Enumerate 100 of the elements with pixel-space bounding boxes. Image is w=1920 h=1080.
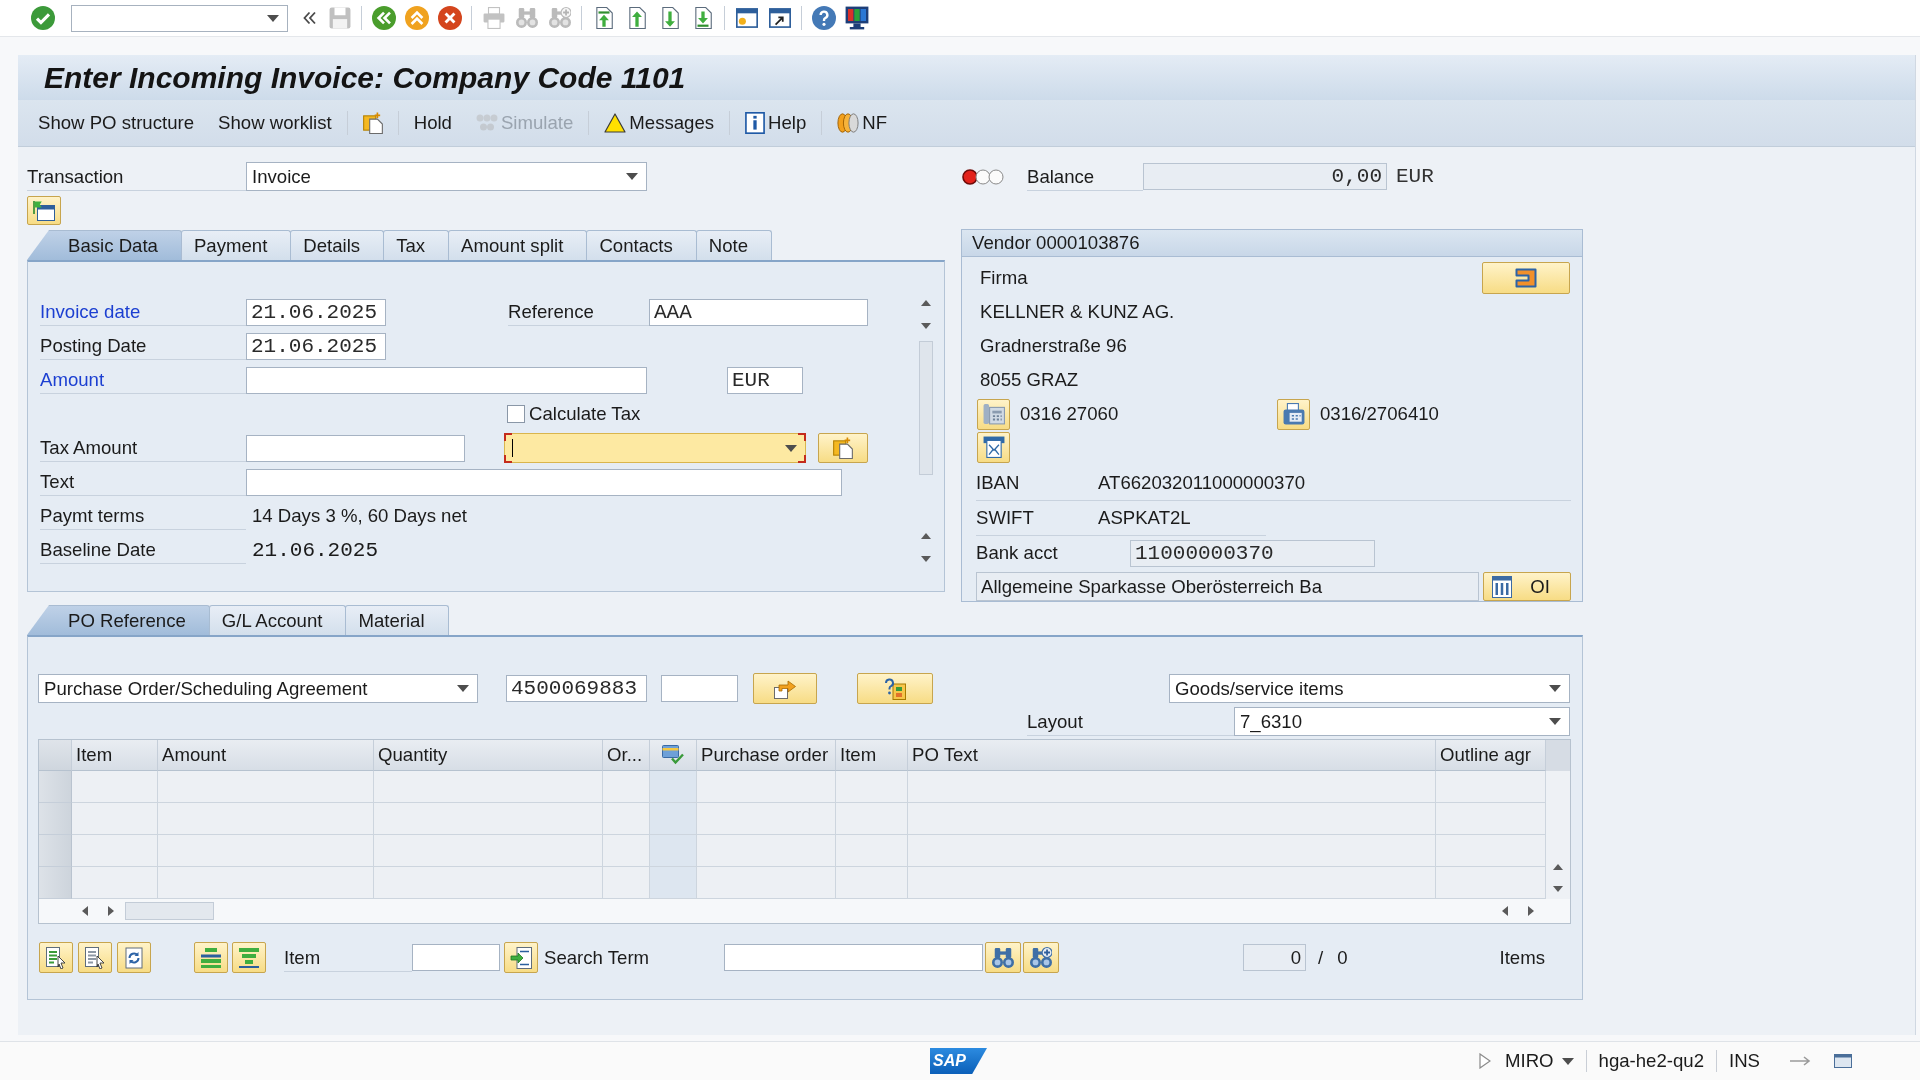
- column-header[interactable]: Amount: [158, 740, 374, 771]
- table-cell: [603, 803, 650, 835]
- arrow-up-icon[interactable]: [1553, 864, 1563, 870]
- column-header[interactable]: Purchase order: [697, 740, 836, 771]
- column-header[interactable]: Quantity: [374, 740, 603, 771]
- double-chevron-icon: [302, 11, 316, 25]
- column-header[interactable]: [650, 740, 697, 771]
- dropdown-field[interactable]: Invoice: [246, 162, 647, 191]
- tab[interactable]: Basic Data: [27, 230, 182, 260]
- field-label: Paymt terms: [40, 502, 246, 530]
- tab[interactable]: Payment: [180, 230, 292, 260]
- input-field[interactable]: [246, 434, 465, 462]
- help-icon: [811, 6, 836, 30]
- input-field[interactable]: [412, 944, 500, 971]
- address-button[interactable]: [1482, 262, 1570, 294]
- toolbar-button[interactable]: Hold: [401, 107, 464, 139]
- documents-button[interactable]: [818, 433, 868, 463]
- go-to-item-button[interactable]: [504, 942, 538, 973]
- help-button[interactable]: [810, 4, 837, 32]
- input-field[interactable]: AAA: [649, 298, 868, 326]
- arrow-up-icon[interactable]: [921, 300, 931, 306]
- arrow-down-icon[interactable]: [921, 323, 931, 329]
- arrow-up-icon[interactable]: [921, 533, 931, 539]
- input-field[interactable]: Allgemeine Sparkasse Oberösterreich Ba: [976, 572, 1479, 601]
- caret-icon: [457, 685, 469, 692]
- arrow-left-icon[interactable]: [82, 906, 88, 916]
- address-line: 8055 GRAZ: [979, 369, 1079, 391]
- arrow-button[interactable]: [753, 673, 817, 704]
- separator-text: /: [1318, 946, 1324, 969]
- tab[interactable]: Material: [345, 605, 449, 635]
- column-header[interactable]: Item: [836, 740, 908, 771]
- tab[interactable]: Details: [290, 230, 385, 260]
- arrow-box-icon: [774, 678, 796, 699]
- tab[interactable]: Amount split: [448, 230, 588, 260]
- scrollbar-thumb[interactable]: [919, 341, 933, 475]
- toolbar-button[interactable]: Show worklist: [206, 107, 344, 139]
- input-field[interactable]: [661, 675, 738, 702]
- bars-button[interactable]: [194, 942, 228, 973]
- toolbar-button[interactable]: NF: [825, 107, 900, 139]
- phone-button[interactable]: [977, 398, 1010, 430]
- input-field[interactable]: 21.06.2025: [246, 298, 386, 326]
- toolbar-button[interactable]: Help: [733, 107, 819, 139]
- check-icon: [30, 6, 55, 30]
- enter-button[interactable]: [29, 4, 56, 32]
- info-icon: [745, 112, 766, 134]
- tab[interactable]: Contacts: [586, 230, 697, 260]
- arrow-down-icon[interactable]: [921, 556, 931, 562]
- fax-icon: [1282, 403, 1305, 425]
- arrow-right-icon[interactable]: [1528, 906, 1534, 916]
- input-field[interactable]: 0,00: [1143, 163, 1387, 190]
- question-button[interactable]: [857, 673, 933, 704]
- transaction-dropdown[interactable]: MIRO: [1505, 1047, 1574, 1075]
- column-header[interactable]: Item: [72, 740, 158, 771]
- dropdown-field[interactable]: Goods/service items: [1169, 674, 1570, 703]
- tab[interactable]: G/L Account: [208, 605, 347, 635]
- insert-row-button[interactable]: [39, 942, 73, 973]
- flag-button[interactable]: [27, 196, 61, 225]
- search-button[interactable]: [985, 942, 1021, 973]
- vertical-scrollbar[interactable]: [1546, 740, 1570, 899]
- input-field[interactable]: 21.06.2025: [246, 332, 386, 360]
- delete-row-button[interactable]: [78, 942, 112, 973]
- checkbox-label: Calculate Tax: [529, 403, 641, 425]
- fax-button[interactable]: [1277, 398, 1310, 430]
- tab[interactable]: Tax: [383, 230, 450, 260]
- input-field[interactable]: EUR: [727, 366, 803, 394]
- field-label: Bank acct: [976, 542, 1059, 564]
- dropdown-field[interactable]: [504, 433, 806, 463]
- scrollbar-thumb[interactable]: [125, 902, 214, 920]
- binoculars-icon: [515, 7, 538, 29]
- input-field[interactable]: 0: [1243, 944, 1306, 971]
- checkbox[interactable]: [507, 405, 525, 423]
- bank-button[interactable]: OI: [1483, 572, 1571, 601]
- toolbar-button[interactable]: Show PO structure: [26, 107, 207, 139]
- warning-icon: [604, 113, 627, 133]
- dropdown-field[interactable]: Purchase Order/Scheduling Agreement: [38, 674, 478, 703]
- toolbar-button[interactable]: Messages: [592, 107, 727, 139]
- input-field[interactable]: [724, 944, 983, 971]
- dropdown-field[interactable]: 7_6310: [1234, 707, 1570, 736]
- input-field[interactable]: [246, 366, 647, 394]
- documents-icon: [833, 437, 853, 459]
- command-field[interactable]: [71, 4, 288, 32]
- customize-button[interactable]: [843, 4, 870, 32]
- tab[interactable]: PO Reference: [27, 605, 210, 635]
- email-button[interactable]: [977, 431, 1010, 463]
- arrow-right-icon[interactable]: [108, 906, 114, 916]
- search-next-button[interactable]: [1023, 942, 1059, 973]
- funnel-button[interactable]: [232, 942, 266, 973]
- window-icon: [1834, 1054, 1852, 1068]
- tab[interactable]: Note: [695, 230, 773, 260]
- arrow-down-icon[interactable]: [1553, 886, 1563, 892]
- input-field[interactable]: 4500069883: [506, 675, 647, 702]
- input-field[interactable]: [246, 468, 842, 496]
- arrow-left-icon[interactable]: [1502, 906, 1508, 916]
- cancel-button[interactable]: [436, 4, 463, 32]
- column-header[interactable]: Outline agr: [1436, 740, 1546, 771]
- back-button[interactable]: [370, 4, 397, 32]
- input-field[interactable]: 11000000370: [1130, 539, 1375, 567]
- column-header[interactable]: Or...: [603, 740, 650, 771]
- refresh-button[interactable]: [117, 942, 151, 973]
- column-header[interactable]: PO Text: [908, 740, 1436, 771]
